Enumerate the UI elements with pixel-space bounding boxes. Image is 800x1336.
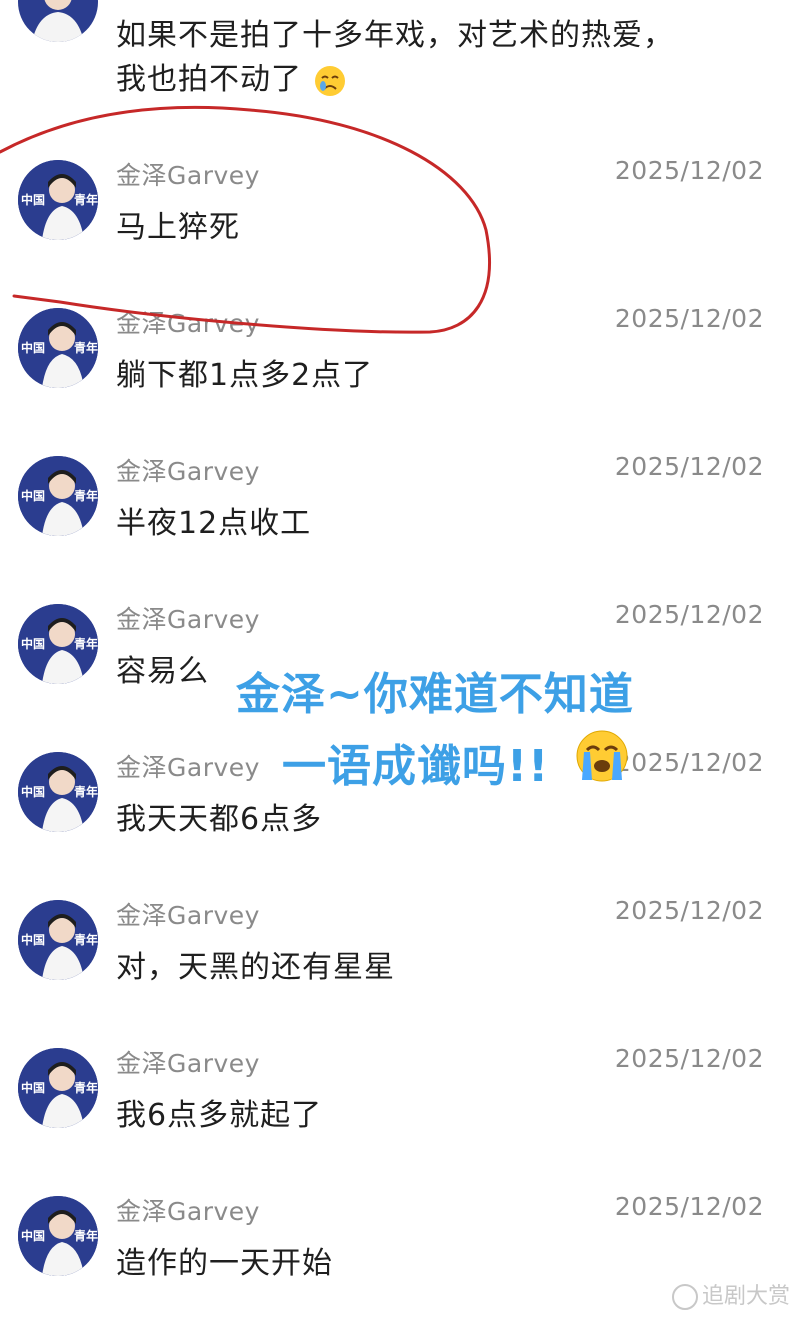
- comment-text: 我6点多就起了: [116, 1098, 323, 1133]
- comment-text: 对，天黑的还有星星: [116, 950, 395, 985]
- timestamp: 2025/12/02: [614, 1044, 764, 1073]
- svg-text:中国: 中国: [21, 1228, 45, 1243]
- username[interactable]: 金泽Garvey: [116, 156, 260, 192]
- comment-item[interactable]: 中国 青年 金泽Garvey 2025/12/02 我6点多就起了: [0, 1044, 800, 1188]
- svg-text:中国: 中国: [21, 932, 45, 947]
- comment-item[interactable]: 中国 青年 金泽Garvey 2025/12/02 马上猝死: [0, 156, 800, 300]
- svg-text:青年: 青年: [74, 784, 98, 799]
- svg-text:青年: 青年: [74, 488, 98, 503]
- svg-text:中国: 中国: [21, 1080, 45, 1095]
- timestamp: 2025/12/02: [614, 748, 764, 777]
- comment-item[interactable]: 中国 青年 金泽Garvey 2025/12/02 造作的一天开始: [0, 1192, 800, 1336]
- username[interactable]: 金泽Garvey: [116, 1192, 260, 1228]
- comment-text: 容易么: [116, 654, 209, 689]
- avatar[interactable]: 中国 青年: [18, 456, 98, 536]
- username[interactable]: 金泽Garvey: [116, 896, 260, 932]
- svg-text:中国: 中国: [21, 784, 45, 799]
- comment-item[interactable]: 中国 青年 金泽Garvey 2025/12/02 半夜12点收工: [0, 452, 800, 596]
- svg-text:青年: 青年: [74, 932, 98, 947]
- svg-text:青年: 青年: [74, 1228, 98, 1243]
- message-line: 如果不是拍了十多年戏，对艺术的热爱，: [116, 18, 674, 53]
- avatar[interactable]: 中国 青年: [18, 752, 98, 832]
- loudly-crying-face-icon: [576, 730, 628, 782]
- avatar[interactable]: 中国 青年: [18, 160, 98, 240]
- svg-text:中国: 中国: [21, 636, 45, 651]
- svg-text:青年: 青年: [74, 192, 98, 207]
- timestamp: 2025/12/02: [614, 1192, 764, 1221]
- timestamp: 2025/12/02: [614, 156, 764, 185]
- timestamp: 2025/12/02: [614, 452, 764, 481]
- comment-item[interactable]: 中国 青年 金泽Garvey 2025/12/02 躺下都1点多2点了: [0, 304, 800, 448]
- caption-line-2: 一语成谶吗!!: [282, 741, 550, 792]
- username[interactable]: 金泽Garvey: [116, 748, 260, 784]
- username[interactable]: 金泽Garvey: [116, 452, 260, 488]
- comment-text: 躺下都1点多2点了: [116, 358, 374, 393]
- message-line: 我也拍不动了: [116, 62, 302, 97]
- avatar[interactable]: 中国 青年: [18, 604, 98, 684]
- svg-text:青年: 青年: [74, 340, 98, 355]
- timestamp: 2025/12/02: [614, 304, 764, 333]
- comment-text: 马上猝死: [116, 210, 240, 245]
- timestamp: 2025/12/02: [614, 600, 764, 629]
- timestamp: 2025/12/02: [614, 896, 764, 925]
- svg-text:中国: 中国: [21, 488, 45, 503]
- comment-item[interactable]: 中国 青年 金泽Garvey 2025/12/02 对，天黑的还有星星: [0, 896, 800, 1040]
- avatar[interactable]: 中国 青年: [18, 1196, 98, 1276]
- username[interactable]: 金泽Garvey: [116, 1044, 260, 1080]
- watermark: 追剧大赏: [671, 1278, 790, 1310]
- comment-text: 造作的一天开始: [116, 1246, 333, 1281]
- comment-text: 半夜12点收工: [116, 506, 312, 541]
- avatar[interactable]: 中国 青年: [18, 900, 98, 980]
- caption-line-1: 金泽~你难道不知道: [236, 669, 634, 720]
- username[interactable]: 金泽Garvey: [116, 304, 260, 340]
- avatar[interactable]: [18, 0, 98, 42]
- svg-text:中国: 中国: [21, 192, 45, 207]
- username[interactable]: 金泽Garvey: [116, 600, 260, 636]
- message-text: 如果不是拍了十多年戏，对艺术的热爱， 我也拍不动了: [116, 14, 776, 102]
- avatar[interactable]: 中国 青年: [18, 308, 98, 388]
- avatar[interactable]: 中国 青年: [18, 1048, 98, 1128]
- crying-face-icon: [314, 65, 345, 96]
- svg-text:青年: 青年: [74, 1080, 98, 1095]
- comment-text: 我天天都6点多: [116, 802, 323, 837]
- weibo-icon: [671, 1284, 698, 1310]
- svg-text:中国: 中国: [21, 340, 45, 355]
- svg-text:青年: 青年: [74, 636, 98, 651]
